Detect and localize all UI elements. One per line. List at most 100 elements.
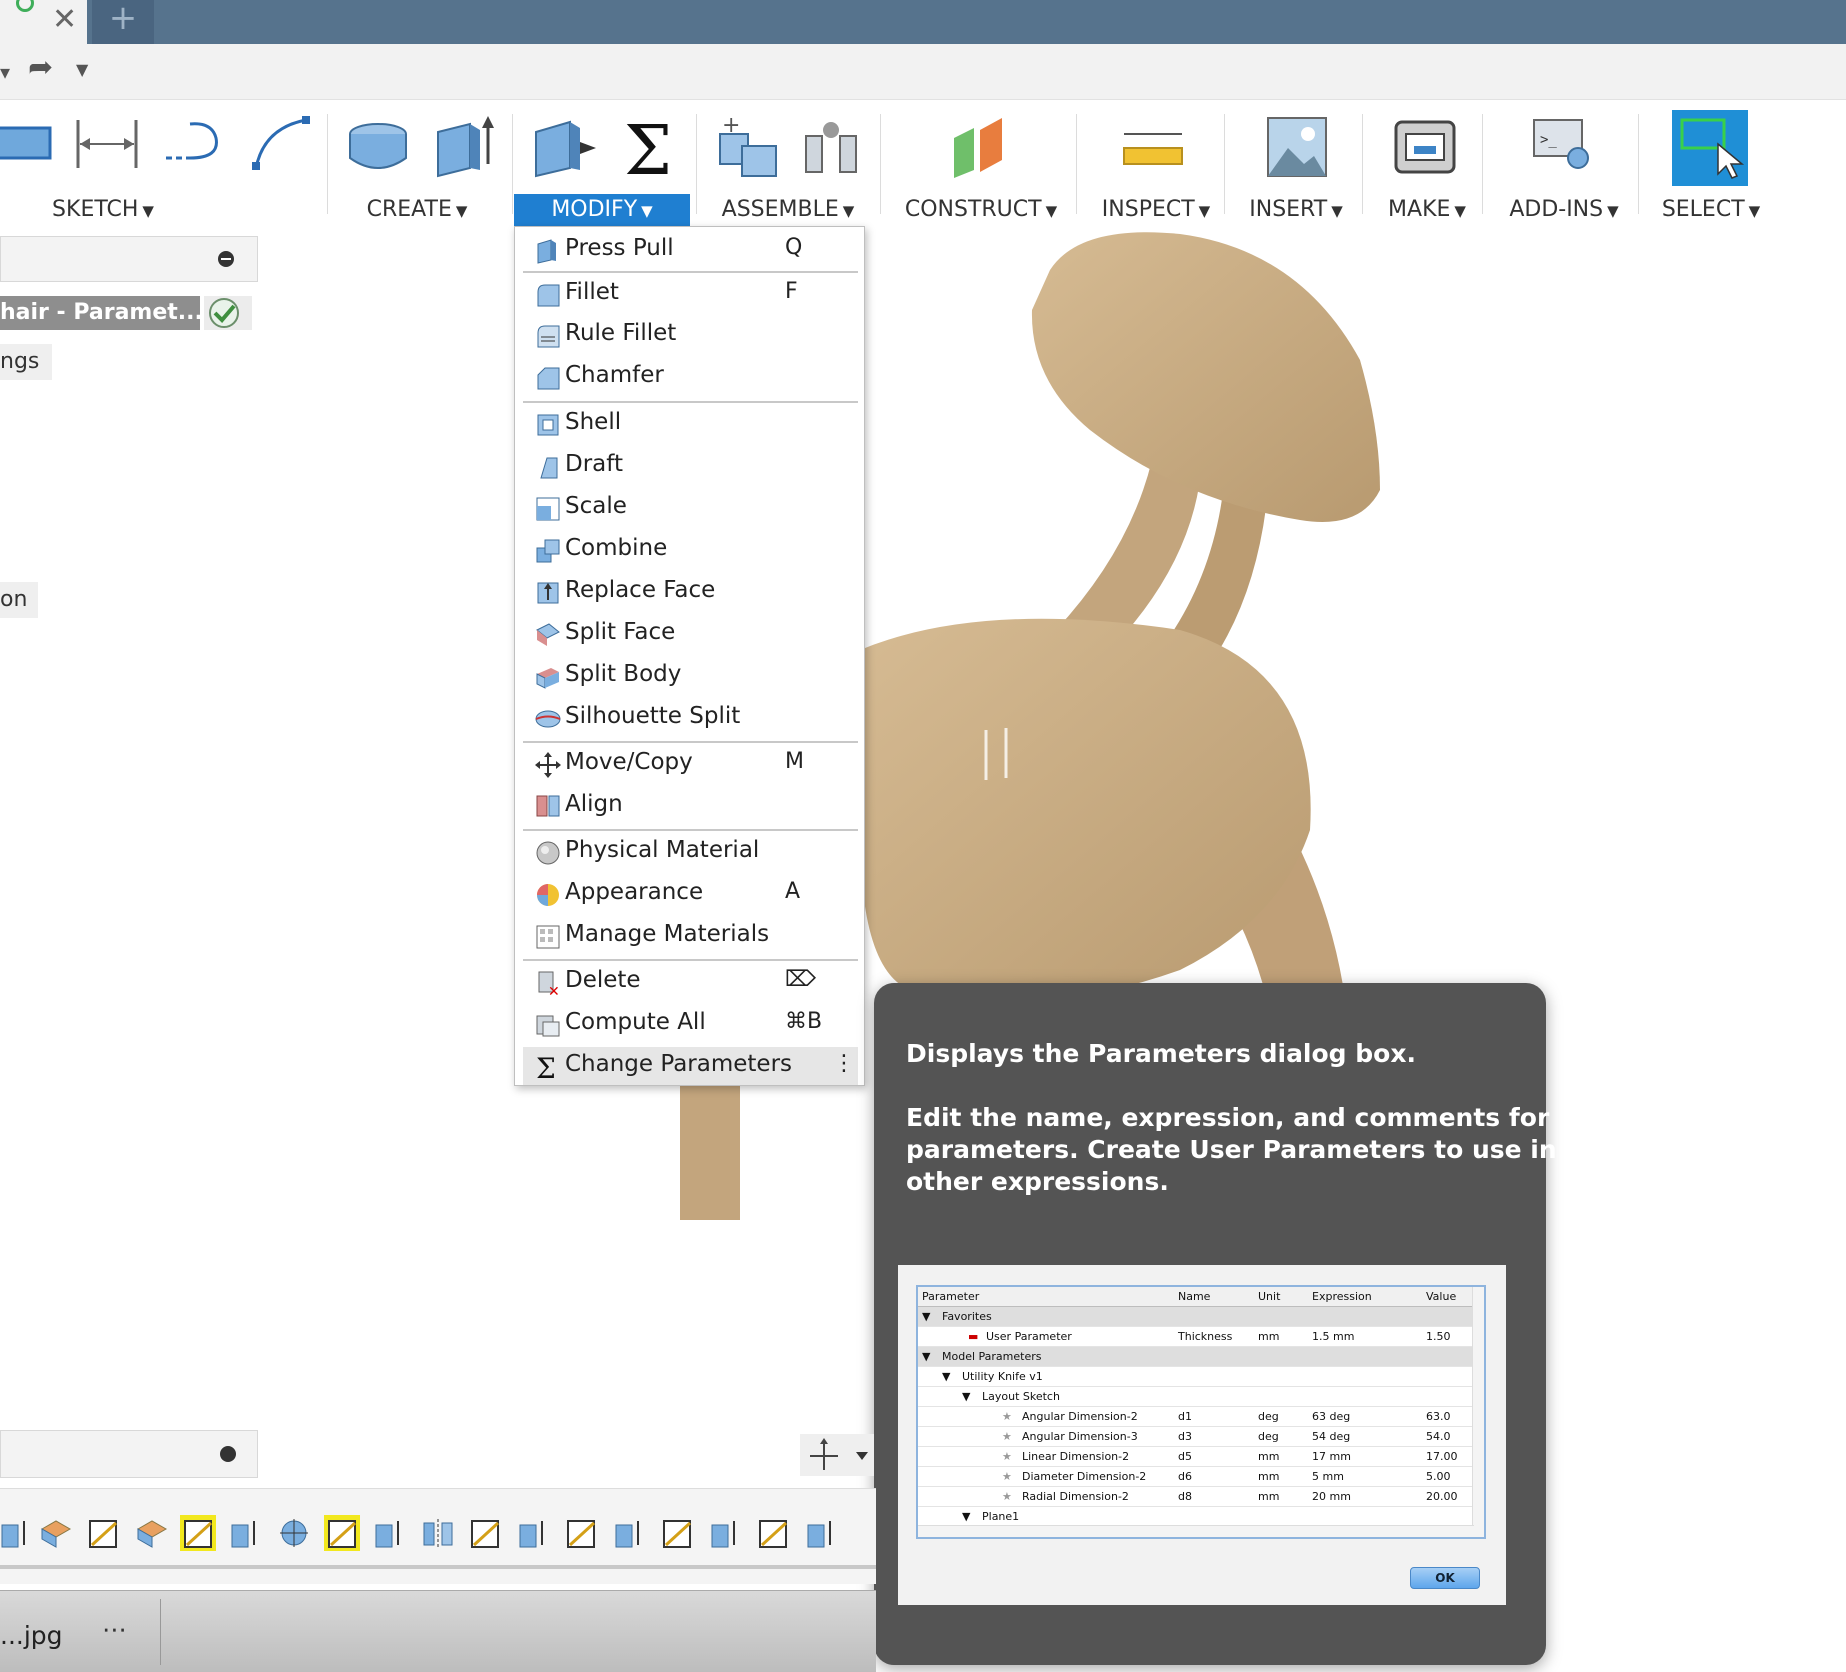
table-row: ▼ Model Parameters [918, 1347, 1474, 1367]
menu-separator [523, 829, 858, 831]
menu-item-fillet[interactable]: Fillet F [523, 275, 858, 313]
menu-item-draft[interactable]: Draft [523, 447, 858, 485]
expand-panel-icon[interactable] [220, 1446, 236, 1462]
more-options-icon[interactable]: ⋯ [102, 1615, 127, 1644]
trim-curve-icon[interactable] [160, 114, 226, 174]
menu-item-combine[interactable]: Combine [523, 531, 858, 569]
menu-item-change-parameters[interactable]: Σ Change Parameters ⋮ [523, 1047, 858, 1085]
table-row: ★ Diameter Dimension-2 d6 mm 5 mm 5.00 [918, 1467, 1474, 1487]
timeline-sketch-icon[interactable] [468, 1515, 504, 1551]
check-icon [209, 298, 239, 328]
menu-item-compute-all[interactable]: Compute All ⌘B [523, 1005, 858, 1043]
new-component-icon[interactable]: + [714, 114, 780, 180]
timeline-extrude-icon[interactable] [372, 1515, 408, 1551]
extrude-icon[interactable] [346, 114, 410, 178]
comments-panel-header[interactable] [0, 1430, 258, 1478]
shell-icon [537, 414, 559, 436]
orbit-pan-icon[interactable] [800, 1434, 874, 1476]
menu-item-move-copy[interactable]: Move/Copy M [523, 745, 858, 783]
more-options-icon[interactable]: ⋮ [833, 1051, 855, 1076]
scripts-addins-icon[interactable]: >_ [1530, 114, 1596, 180]
joint-icon[interactable] [800, 114, 866, 180]
select-cursor-icon[interactable] [1672, 110, 1748, 186]
press-pull-icon[interactable] [530, 114, 598, 178]
download-file-name[interactable]: ...jpg [0, 1621, 63, 1650]
timeline-move-icon[interactable] [276, 1515, 312, 1551]
timeline-sketch-icon[interactable] [756, 1515, 792, 1551]
table-header: Parameter Name Unit Expression Value [918, 1287, 1474, 1307]
3d-print-icon[interactable] [1392, 114, 1458, 180]
timeline-sketch-icon[interactable] [324, 1515, 360, 1551]
timeline-sketch-icon[interactable] [564, 1515, 600, 1551]
timeline-extrude-icon[interactable] [612, 1515, 648, 1551]
browser-panel-header[interactable] [0, 236, 258, 282]
ribbon-modify-menu[interactable]: MODIFY ▼ [514, 194, 690, 226]
ribbon-construct-menu[interactable]: CONSTRUCT ▼ [900, 194, 1062, 226]
box-create-icon[interactable] [430, 114, 494, 178]
navigation-controls[interactable] [800, 1434, 874, 1476]
menu-item-split-face[interactable]: Split Face [523, 615, 858, 653]
browser-document-root[interactable]: hair - Paramet... [0, 296, 200, 330]
timeline-extrude-icon[interactable] [0, 1515, 36, 1551]
ribbon-inspect-menu[interactable]: INSPECT ▼ [1098, 194, 1214, 226]
dimension-icon[interactable] [74, 114, 140, 174]
menu-item-chamfer[interactable]: Chamfer [523, 358, 858, 396]
timeline-combine-icon[interactable] [38, 1515, 74, 1551]
browser-item-origin[interactable]: on [0, 582, 38, 618]
ribbon-separator [512, 114, 513, 214]
redo-dropdown-icon[interactable]: ▼ [76, 60, 88, 79]
menu-item-silhouette-split[interactable]: Silhouette Split [523, 699, 858, 737]
sigma-icon[interactable]: Σ [618, 114, 682, 182]
ribbon-sketch-menu[interactable]: SKETCH ▼ [48, 194, 158, 226]
menu-item-scale[interactable]: Scale [523, 489, 858, 527]
redo-icon[interactable]: ➦ [28, 50, 53, 85]
arc-sketch-icon[interactable] [248, 114, 314, 174]
timeline-mirror-icon[interactable] [420, 1515, 456, 1551]
timeline-extrude-icon[interactable] [804, 1515, 840, 1551]
svg-text:>_: >_ [1540, 132, 1557, 148]
menu-separator [523, 959, 858, 961]
press-pull-icon [537, 239, 556, 264]
menu-item-align[interactable]: Align [523, 787, 858, 825]
timeline-sketch-icon[interactable] [660, 1515, 696, 1551]
table-row: ▼ Favorites [918, 1307, 1474, 1327]
undo-dropdown-icon[interactable]: ▾ [0, 60, 10, 84]
ribbon-addins-menu[interactable]: ADD-INS ▼ [1500, 194, 1628, 226]
browser-item-settings[interactable]: ngs [0, 344, 52, 380]
ribbon-insert-menu[interactable]: INSERT ▼ [1246, 194, 1346, 226]
timeline-combine-icon[interactable] [134, 1515, 170, 1551]
menu-item-manage-materials[interactable]: Manage Materials [523, 917, 858, 955]
insert-image-icon[interactable] [1264, 114, 1330, 180]
rectangle-sketch-icon[interactable] [0, 114, 60, 174]
svg-text:Σ: Σ [624, 114, 672, 182]
timeline-sketch-icon[interactable] [86, 1515, 122, 1551]
menu-item-press-pull[interactable]: Press Pull Q [523, 231, 858, 269]
ribbon-create-menu[interactable]: CREATE ▼ [362, 194, 472, 226]
menu-item-delete[interactable]: ✕ Delete ⌦ [523, 963, 858, 1001]
ribbon-select-menu[interactable]: SELECT ▼ [1656, 194, 1766, 226]
close-tab-icon[interactable]: ✕ [52, 2, 77, 37]
table-row: ▼ Layout Sketch [918, 1387, 1474, 1407]
ribbon-assemble-menu[interactable]: ASSEMBLE ▼ [720, 194, 856, 226]
menu-item-split-body[interactable]: Split Body [523, 657, 858, 695]
menu-item-rule-fillet[interactable]: Rule Fillet [523, 316, 858, 354]
document-tab[interactable]: ✕ [0, 0, 87, 44]
timeline-sketch-icon[interactable] [180, 1515, 216, 1551]
svg-text:✕: ✕ [548, 984, 560, 996]
ribbon-make-menu[interactable]: MAKE ▼ [1382, 194, 1472, 226]
menu-item-shell[interactable]: Shell [523, 405, 858, 443]
timeline-extrude-icon[interactable] [708, 1515, 744, 1551]
timeline-extrude-icon[interactable] [516, 1515, 552, 1551]
timeline-extrude-icon[interactable] [228, 1515, 264, 1551]
document-saved-check [204, 296, 252, 330]
download-bar: ...jpg ⋯ [0, 1590, 876, 1672]
timeline-track[interactable] [0, 1565, 876, 1569]
collapse-panel-icon[interactable] [218, 251, 234, 267]
menu-item-physical-material[interactable]: Physical Material [523, 833, 858, 871]
menu-item-appearance[interactable]: Appearance A [523, 875, 858, 913]
new-tab-button[interactable]: + [92, 0, 154, 44]
measure-icon[interactable] [1120, 114, 1186, 180]
menu-item-replace-face[interactable]: Replace Face [523, 573, 858, 611]
preview-vertical-scrollbar [1472, 1287, 1484, 1537]
offset-plane-icon[interactable] [946, 114, 1016, 180]
